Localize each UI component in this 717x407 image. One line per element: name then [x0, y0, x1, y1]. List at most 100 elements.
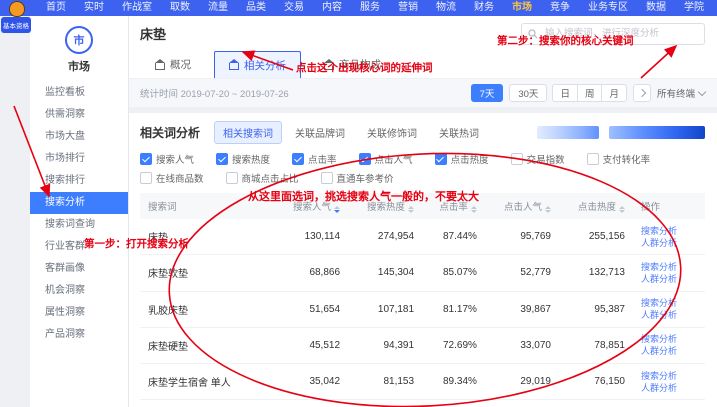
sidebar-item[interactable]: 搜索分析: [30, 192, 128, 214]
nav-item[interactable]: 品类: [246, 0, 266, 16]
heat-legend-dark[interactable]: [609, 126, 705, 139]
checkbox-icon: [140, 172, 152, 184]
metric-cell: 29,019: [485, 364, 559, 400]
quick-range-button[interactable]: 7天: [471, 84, 504, 102]
sort-icon: [408, 206, 414, 213]
heat-legend-light[interactable]: [537, 126, 599, 139]
sort-icon: [545, 206, 551, 213]
metric-checkbox[interactable]: 在线商品数: [140, 171, 204, 185]
granularity-button[interactable]: 日: [552, 84, 578, 102]
sidebar-item[interactable]: 市场排行: [30, 148, 128, 170]
metric-checkbox[interactable]: 点击热度: [435, 152, 489, 166]
nav-item[interactable]: 取数: [170, 0, 190, 16]
search-word-cell: 床垫学生宿舍 单人: [140, 364, 274, 400]
chevron-right-icon: [638, 89, 646, 97]
search-analysis-link[interactable]: 搜索分析: [641, 370, 697, 382]
crowd-analysis-link[interactable]: 人群分析: [641, 237, 697, 249]
metric-cell: 95,769: [485, 219, 559, 255]
terminal-filter[interactable]: 所有终端: [657, 86, 705, 100]
nav-item[interactable]: 数据: [646, 0, 666, 16]
sidebar-item[interactable]: 供需洞察: [30, 104, 128, 126]
metric-checkbox[interactable]: 直通车参考价: [321, 171, 394, 185]
metric-cell: 76.86%: [422, 400, 485, 407]
crowd-analysis-link[interactable]: 人群分析: [641, 345, 697, 357]
nav-item[interactable]: 作战室: [122, 0, 152, 16]
crowd-analysis-link[interactable]: 人群分析: [641, 382, 697, 394]
metric-cell: 89.34%: [422, 364, 485, 400]
search-analysis-link[interactable]: 搜索分析: [641, 333, 697, 345]
granularity-button[interactable]: 周: [577, 84, 603, 102]
page-tab[interactable]: 相关分析: [214, 51, 301, 78]
nav-item[interactable]: 市场: [512, 0, 532, 16]
sidebar-item[interactable]: 客群画像: [30, 258, 128, 280]
sidebar-item[interactable]: 属性洞察: [30, 302, 128, 324]
search-box[interactable]: [521, 23, 705, 45]
floating-badge[interactable]: 基本资格: [1, 17, 31, 33]
search-word-cell: 床垫: [140, 219, 274, 255]
search-input[interactable]: [543, 27, 698, 40]
subtab[interactable]: 相关搜索词: [214, 121, 282, 144]
search-analysis-link[interactable]: 搜索分析: [641, 225, 697, 237]
metric-cell: 68,866: [274, 255, 348, 291]
granularity-button[interactable]: 月: [601, 84, 627, 102]
metric-cell: 274,954: [348, 219, 422, 255]
search-analysis-link[interactable]: 搜索分析: [641, 297, 697, 309]
column-label: 点击热度: [578, 202, 616, 213]
module-title: 市场: [68, 58, 90, 74]
subtab[interactable]: 关联品牌词: [286, 121, 354, 144]
subtab[interactable]: 关联修饰词: [358, 121, 426, 144]
heat-legend: [537, 126, 705, 139]
page-tab-label: 商品构成: [339, 57, 381, 72]
sidebar-item[interactable]: 产品洞察: [30, 324, 128, 346]
sidebar-item[interactable]: 机会洞察: [30, 280, 128, 302]
nav-item[interactable]: 财务: [474, 0, 494, 16]
nav-item[interactable]: 物流: [436, 0, 456, 16]
column-header[interactable]: 搜索人气: [274, 193, 348, 219]
metric-cell: 145,304: [348, 255, 422, 291]
column-header[interactable]: 点击人气: [485, 193, 559, 219]
column-header: 操作: [633, 193, 705, 219]
sidebar-item[interactable]: 搜索词查询: [30, 214, 128, 236]
mascot-icon[interactable]: [9, 1, 25, 17]
crowd-analysis-link[interactable]: 人群分析: [641, 309, 697, 321]
nav-item[interactable]: 营销: [398, 0, 418, 16]
nav-item[interactable]: 实时: [84, 0, 104, 16]
actions-cell: 搜索分析人群分析: [633, 400, 705, 407]
sidebar-item[interactable]: 行业客群: [30, 236, 128, 258]
column-label: 搜索词: [148, 202, 177, 213]
metric-checkbox[interactable]: 搜索热度: [216, 152, 270, 166]
table-row: 床垫130,114274,95487.44%95,769255,156搜索分析人…: [140, 219, 705, 255]
nav-item[interactable]: 业务专区: [588, 0, 628, 16]
nav-item[interactable]: 首页: [46, 0, 66, 16]
next-page-button[interactable]: [633, 84, 651, 102]
nav-item[interactable]: 内容: [322, 0, 342, 16]
page-tab[interactable]: 商品构成: [309, 51, 396, 78]
nav-item[interactable]: 交易: [284, 0, 304, 16]
search-analysis-link[interactable]: 搜索分析: [641, 261, 697, 273]
metric-checkbox[interactable]: 点击人气: [359, 152, 413, 166]
metric-checkbox[interactable]: 搜索人气: [140, 152, 194, 166]
nav-item[interactable]: 学院: [684, 0, 704, 16]
page-tab[interactable]: 概况: [140, 51, 206, 78]
metric-checkbox[interactable]: 交易指数: [511, 152, 565, 166]
subtab[interactable]: 关联热词: [430, 121, 488, 144]
table-row: 床垫学生宿舍 单人35,04281,15389.34%29,01976,150搜…: [140, 364, 705, 400]
nav-item[interactable]: 竞争: [550, 0, 570, 16]
nav-item[interactable]: 服务: [360, 0, 380, 16]
metric-checkbox[interactable]: 支付转化率: [587, 152, 651, 166]
quick-range-button[interactable]: 30天: [509, 84, 547, 102]
metric-cell: 81,153: [348, 364, 422, 400]
column-header[interactable]: 点击热度: [559, 193, 633, 219]
metric-label: 点击率: [308, 152, 337, 166]
section-title: 相关词分析: [140, 124, 200, 141]
metric-checkbox[interactable]: 商城点击占比: [226, 171, 299, 185]
column-header[interactable]: 搜索热度: [348, 193, 422, 219]
sidebar-item[interactable]: 监控看板: [30, 82, 128, 104]
column-header[interactable]: 点击率: [422, 193, 485, 219]
sidebar-item[interactable]: 市场大盘: [30, 126, 128, 148]
crowd-analysis-link[interactable]: 人群分析: [641, 273, 697, 285]
nav-item[interactable]: 流量: [208, 0, 228, 16]
actions-cell: 搜索分析人群分析: [633, 219, 705, 255]
sidebar-item[interactable]: 搜索排行: [30, 170, 128, 192]
metric-checkbox[interactable]: 点击率: [292, 152, 337, 166]
